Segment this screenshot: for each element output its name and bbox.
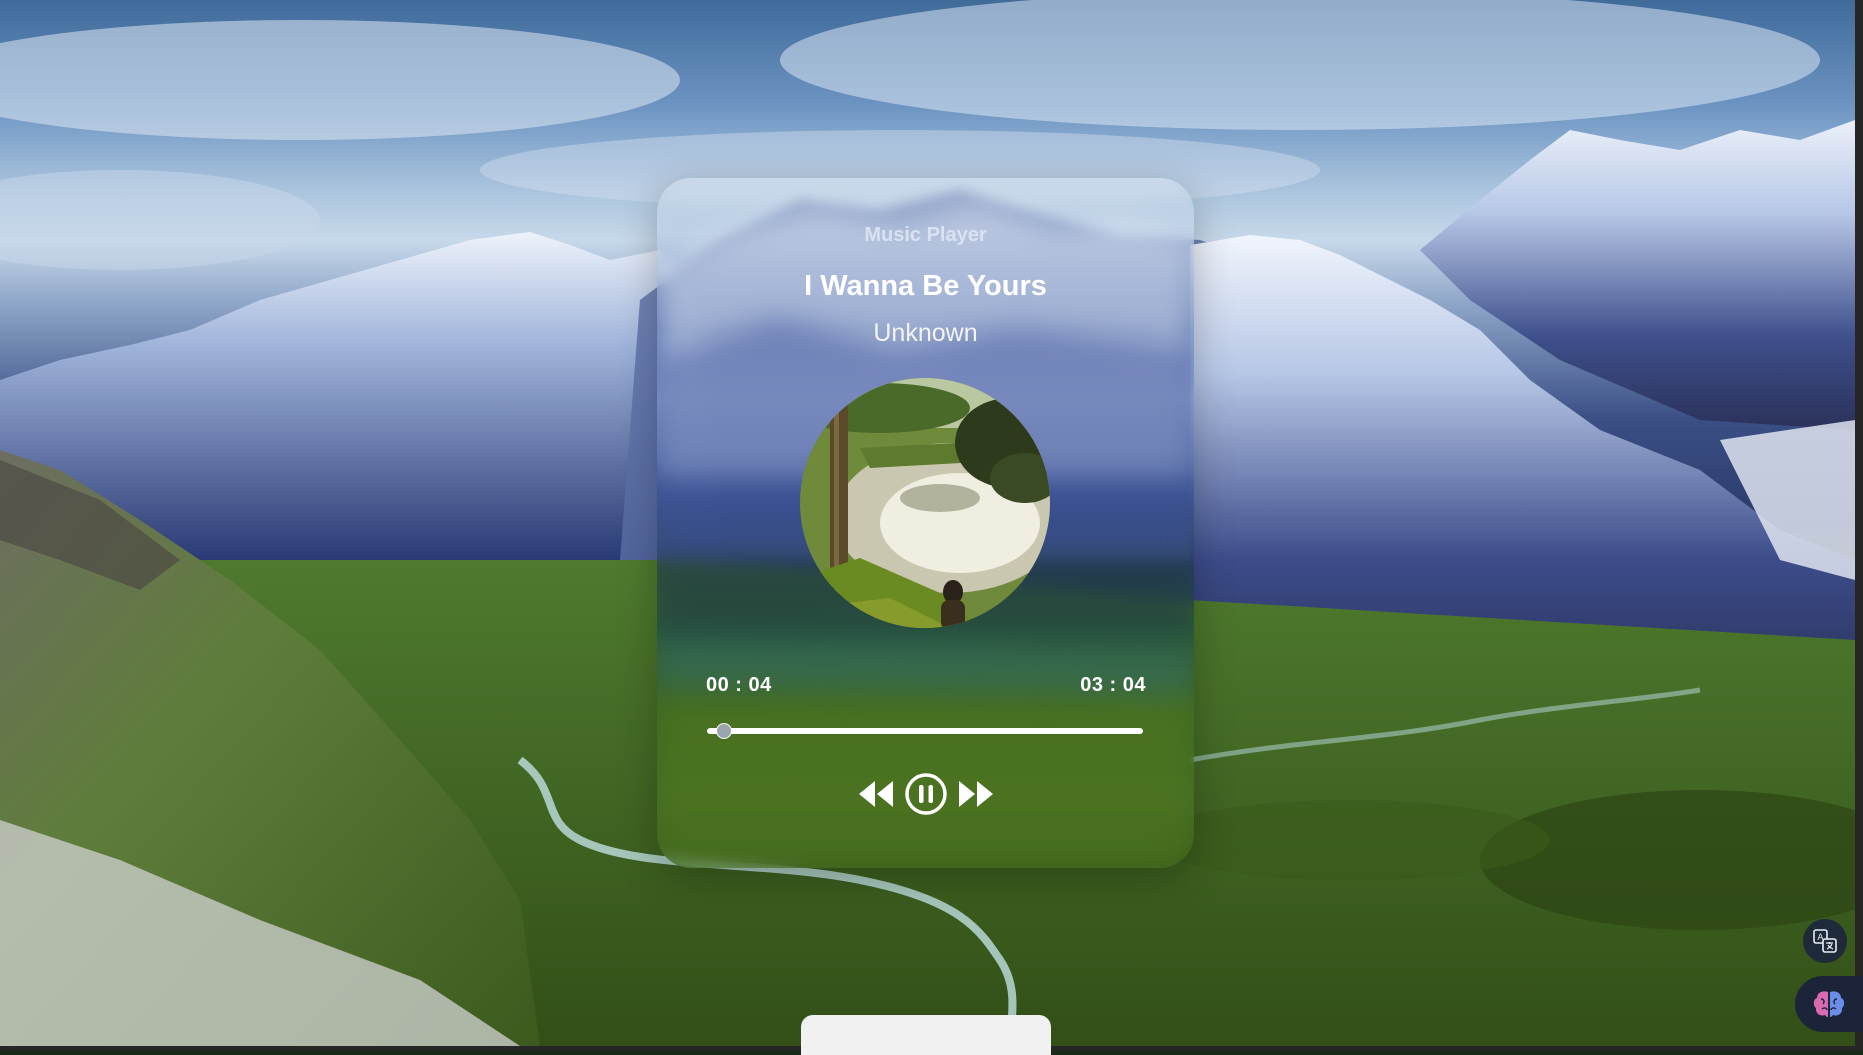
song-title: I Wanna Be Yours (657, 270, 1194, 303)
window-right-edge (1855, 0, 1863, 1050)
rewind-icon (857, 779, 895, 809)
music-player-card: Music Player I Wanna Be Yours Unknown (657, 178, 1194, 868)
next-button[interactable] (954, 772, 998, 816)
progress-slider[interactable] (707, 728, 1143, 734)
bottom-panel-tab[interactable] (801, 1015, 1051, 1055)
brain-icon (1812, 989, 1846, 1019)
app-title: Music Player (657, 224, 1194, 247)
playback-controls (657, 772, 1194, 816)
previous-button[interactable] (854, 772, 898, 816)
translate-button[interactable]: A (1803, 919, 1847, 963)
progress-thumb[interactable] (716, 723, 732, 739)
assistant-button[interactable] (1795, 976, 1863, 1032)
fast-forward-icon (957, 779, 995, 809)
pause-icon (904, 772, 948, 816)
artist-name: Unknown (657, 319, 1194, 348)
translate-icon: A (1812, 928, 1838, 954)
play-pause-button[interactable] (904, 772, 948, 816)
current-time: 00 : 04 (706, 674, 772, 697)
album-cover (800, 378, 1050, 628)
total-time: 03 : 04 (1080, 674, 1146, 697)
